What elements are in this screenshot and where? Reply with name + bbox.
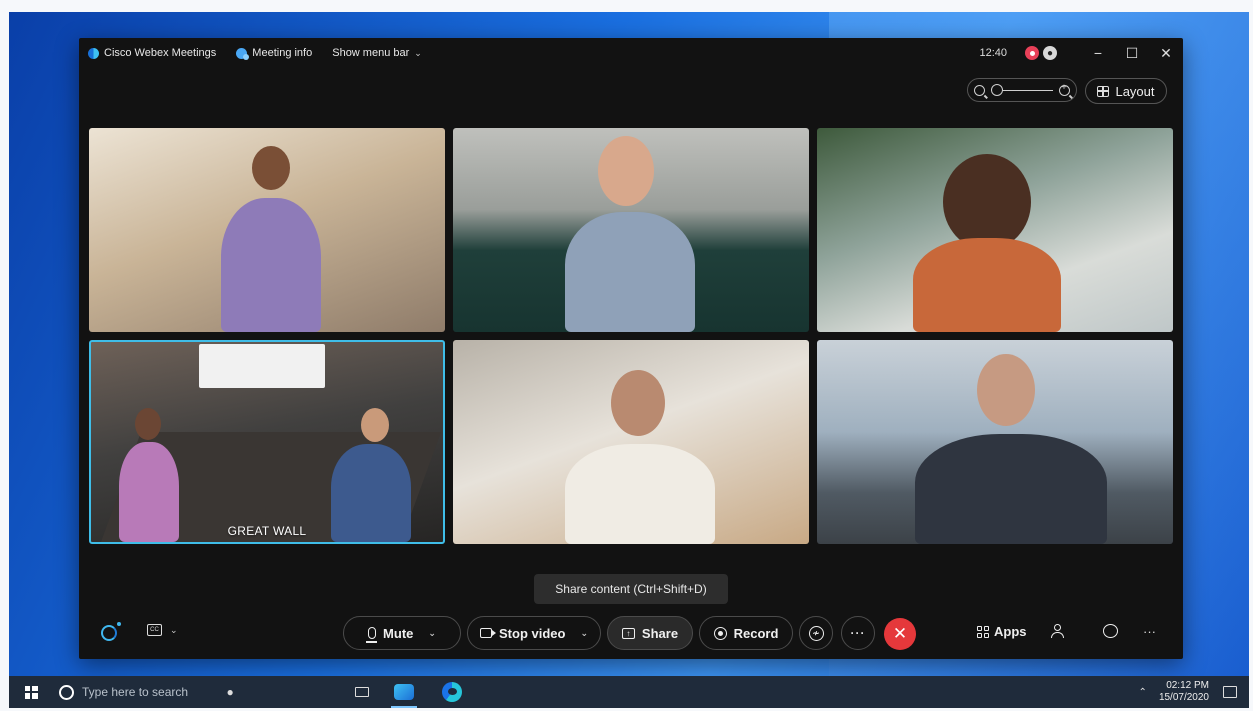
mute-button[interactable]: Mute ⌄: [343, 616, 461, 650]
participant-head: [598, 136, 654, 206]
layout-button[interactable]: Layout: [1085, 78, 1167, 104]
participants-button[interactable]: [1051, 624, 1067, 640]
zoom-in-icon[interactable]: [1059, 82, 1070, 96]
video-tile-4[interactable]: GREAT WALL: [89, 340, 445, 544]
participant-body: [221, 198, 321, 332]
participant-body: [565, 444, 715, 544]
app-name: Cisco Webex Meetings: [104, 47, 217, 59]
task-view-icon[interactable]: [355, 687, 369, 697]
reactions-button[interactable]: ≁: [799, 616, 833, 650]
show-hidden-icons-chevron-icon[interactable]: ⌃: [1139, 687, 1147, 698]
stop-video-label: Stop video: [499, 625, 566, 641]
apps-grid-icon: [977, 625, 989, 638]
share-screen-icon: ↑: [621, 627, 635, 639]
participants-icon-body: [1051, 632, 1064, 638]
record-button[interactable]: Record: [699, 616, 793, 650]
chevron-down-icon: ⌄: [170, 624, 178, 635]
participant-head: [943, 154, 1031, 250]
participant-head: [135, 408, 161, 440]
close-window-button[interactable]: ✕: [1149, 38, 1183, 68]
share-tooltip: Share content (Ctrl+Shift+D): [534, 574, 728, 604]
zoom-out-icon[interactable]: [974, 84, 985, 96]
more-options-button[interactable]: ···: [1143, 624, 1156, 639]
video-tile-5[interactable]: [453, 340, 809, 544]
reactions-smiley-icon: ≁: [808, 625, 824, 641]
connection-status-icon[interactable]: ●: [1043, 46, 1057, 60]
meeting-clock: 12:40: [979, 47, 1007, 59]
participants-icon: [1054, 624, 1061, 631]
apps-label: Apps: [994, 624, 1027, 639]
share-label: Share: [641, 625, 679, 641]
chevron-down-icon: ⌄: [414, 47, 422, 58]
zoom-slider-handle[interactable]: [991, 83, 1003, 96]
meeting-controls: CC ⌄ Mute ⌄ Stop video ⌄ ↑ Share Record …: [79, 616, 1183, 652]
show-menu-bar-label: Show menu bar: [332, 47, 410, 59]
windows-logo-icon: [24, 685, 38, 699]
layout-label: Layout: [1115, 83, 1155, 99]
participant-head: [361, 408, 389, 442]
participant-head: [611, 370, 665, 436]
captions-button[interactable]: CC ⌄: [147, 624, 178, 636]
minimize-button[interactable]: −: [1081, 38, 1115, 68]
taskbar-edge-app[interactable]: [435, 676, 469, 708]
clock-time: 02:12 PM: [1166, 680, 1209, 691]
taskbar-webex-app[interactable]: [387, 676, 421, 708]
app-brand: Cisco Webex Meetings: [88, 47, 216, 59]
share-button[interactable]: ↑ Share: [607, 616, 693, 650]
webex-logo-icon: [88, 47, 99, 59]
audio-options-chevron-icon[interactable]: ⌄: [428, 628, 436, 639]
video-options-chevron-icon[interactable]: ⌄: [580, 628, 588, 639]
participant-head: [252, 146, 290, 190]
participant-body: [913, 238, 1061, 332]
show-menu-bar-button[interactable]: Show menu bar ⌄: [332, 47, 422, 59]
video-tile-2[interactable]: [453, 128, 809, 332]
participant-head: [977, 354, 1035, 426]
edge-browser-icon: [442, 682, 462, 702]
recording-indicator-icon[interactable]: [1025, 46, 1039, 60]
video-zoom-control[interactable]: [967, 78, 1077, 102]
start-button[interactable]: [9, 676, 53, 708]
title-bar[interactable]: Cisco Webex Meetings Meeting info Show m…: [79, 38, 1183, 68]
participant-body: [565, 212, 695, 332]
apps-button[interactable]: Apps: [977, 624, 1027, 639]
more-dots-icon: ···: [850, 626, 866, 640]
zoom-slider[interactable]: [991, 83, 1053, 96]
maximize-button[interactable]: ☐: [1115, 38, 1149, 68]
microphone-icon: [366, 627, 378, 643]
cortana-circle-icon: [59, 684, 74, 700]
mute-label: Mute: [383, 625, 414, 641]
tile-label: GREAT WALL: [227, 524, 307, 538]
webex-assistant-icon[interactable]: [101, 622, 121, 641]
stop-video-button[interactable]: Stop video ⌄: [467, 616, 601, 650]
layout-grid-icon: [1097, 85, 1110, 97]
meeting-info-label: Meeting info: [252, 47, 313, 59]
windows-taskbar: Type here to search ● ⌃ 02:12 PM 15/07/2…: [9, 676, 1249, 708]
meeting-info-button[interactable]: Meeting info: [236, 47, 313, 60]
webex-meeting-window: Cisco Webex Meetings Meeting info Show m…: [79, 38, 1183, 659]
microphone-icon[interactable]: ●: [220, 685, 240, 699]
record-label: Record: [733, 625, 779, 641]
meeting-info-icon: [236, 47, 250, 60]
video-tile-6[interactable]: [817, 340, 1173, 544]
system-tray: ⌃ 02:12 PM 15/07/2020: [1139, 676, 1249, 708]
camera-icon: [480, 628, 496, 638]
video-tile-1[interactable]: [89, 128, 445, 332]
title-bar-right: 12:40 ● − ☐ ✕: [979, 38, 1183, 68]
wall-display: [199, 344, 325, 388]
taskbar-clock[interactable]: 02:12 PM 15/07/2020: [1159, 680, 1209, 704]
participant-body: [915, 434, 1107, 544]
record-icon: [713, 626, 727, 640]
taskbar-search-box[interactable]: Type here to search ●: [53, 676, 337, 708]
webex-app-icon: [394, 684, 414, 700]
notifications-icon[interactable]: [1223, 686, 1237, 698]
video-tile-3[interactable]: [817, 128, 1173, 332]
leave-meeting-button[interactable]: ✕: [884, 618, 916, 650]
closed-captions-icon: CC: [147, 624, 162, 636]
clock-date: 15/07/2020: [1158, 692, 1209, 703]
search-placeholder: Type here to search: [82, 685, 189, 699]
more-button[interactable]: ···: [841, 616, 875, 650]
chat-button[interactable]: [1103, 624, 1118, 638]
